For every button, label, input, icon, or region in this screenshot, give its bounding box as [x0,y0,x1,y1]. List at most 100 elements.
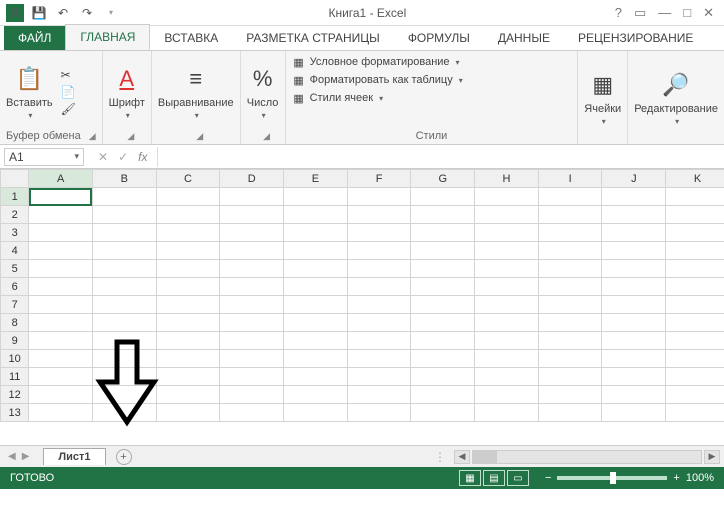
cell[interactable] [29,296,93,314]
close-icon[interactable]: ✕ [703,5,714,21]
cell[interactable] [156,350,220,368]
row-header[interactable]: 3 [1,224,29,242]
cancel-formula-icon[interactable]: ✕ [98,150,108,164]
cell[interactable] [156,368,220,386]
cell[interactable] [29,350,93,368]
cell[interactable] [411,386,475,404]
copy-icon[interactable]: 📄 [61,85,76,99]
add-sheet-button[interactable]: + [116,449,132,465]
cell[interactable] [538,206,602,224]
column-header[interactable]: K [666,170,724,188]
column-header[interactable]: H [475,170,539,188]
cell[interactable] [284,386,348,404]
dialog-launcher-icon[interactable]: ◢ [263,131,270,141]
cell[interactable] [29,206,93,224]
cell[interactable] [29,242,93,260]
zoom-in-button[interactable]: + [673,472,679,484]
cell[interactable] [284,242,348,260]
cell[interactable] [666,368,724,386]
cell[interactable] [347,296,411,314]
tab-file[interactable]: ФАЙЛ [4,26,65,50]
cell[interactable] [92,260,156,278]
cell[interactable] [666,242,724,260]
cell[interactable] [347,206,411,224]
row-header[interactable]: 11 [1,368,29,386]
cell[interactable] [538,278,602,296]
cell[interactable] [538,188,602,206]
cell[interactable] [29,368,93,386]
cell[interactable] [538,314,602,332]
zoom-slider[interactable] [557,476,667,480]
cell[interactable] [220,386,284,404]
cell[interactable] [666,224,724,242]
cell[interactable] [411,206,475,224]
cell[interactable] [538,242,602,260]
cell[interactable] [347,350,411,368]
horizontal-scrollbar[interactable]: ⋮ ◀ ▶ [132,450,724,464]
cell[interactable] [666,188,724,206]
formula-input[interactable] [157,147,724,167]
cell[interactable] [347,224,411,242]
cell[interactable] [92,206,156,224]
minimize-icon[interactable]: — [658,5,671,21]
cell[interactable] [666,206,724,224]
row-header[interactable]: 12 [1,386,29,404]
cell[interactable] [220,332,284,350]
cells-button[interactable]: ▦ Ячейки ▾ [584,69,621,126]
page-break-view-icon[interactable]: ▭ [507,470,529,486]
cell[interactable] [602,404,666,422]
tab-insert[interactable]: ВСТАВКА [150,26,232,50]
cell[interactable] [220,296,284,314]
cell[interactable] [538,350,602,368]
row-header[interactable]: 13 [1,404,29,422]
scroll-left-icon[interactable]: ◀ [454,450,470,464]
cell[interactable] [284,206,348,224]
column-header[interactable]: C [156,170,220,188]
paste-button[interactable]: 📋 Вставить ▾ [6,63,53,120]
maximize-icon[interactable]: □ [683,5,691,21]
sheet-nav-prev-icon[interactable]: ◀ [8,451,16,462]
cell[interactable] [411,224,475,242]
cell[interactable] [92,332,156,350]
cell[interactable] [284,350,348,368]
cell[interactable] [602,242,666,260]
scroll-track[interactable] [472,450,702,464]
cell[interactable] [475,188,539,206]
cell[interactable] [347,260,411,278]
ribbon-display-icon[interactable]: ▭ [634,5,646,21]
cell[interactable] [411,188,475,206]
sheet-nav-next-icon[interactable]: ▶ [22,451,30,462]
cell[interactable] [284,278,348,296]
column-header[interactable]: A [29,170,93,188]
cell[interactable] [156,242,220,260]
cell[interactable] [411,278,475,296]
row-header[interactable]: 5 [1,260,29,278]
cell[interactable] [156,224,220,242]
row-header[interactable]: 9 [1,332,29,350]
cell[interactable] [602,350,666,368]
format-painter-icon[interactable]: 🖌 [61,102,76,116]
cell[interactable] [29,404,93,422]
cell[interactable] [666,386,724,404]
cell[interactable] [411,296,475,314]
cell[interactable] [475,314,539,332]
name-box[interactable]: A1 ▾ [4,148,84,166]
fx-icon[interactable]: fx [138,150,147,164]
cell[interactable] [156,260,220,278]
cell[interactable] [602,386,666,404]
row-header[interactable]: 2 [1,206,29,224]
cell[interactable] [156,314,220,332]
cell[interactable] [156,404,220,422]
cell[interactable] [347,386,411,404]
cell[interactable] [284,296,348,314]
column-header[interactable]: G [411,170,475,188]
cell[interactable] [92,224,156,242]
cell[interactable] [347,188,411,206]
cell[interactable] [92,314,156,332]
font-color-button[interactable]: A Шрифт ▾ [109,63,145,120]
cell[interactable] [29,314,93,332]
help-icon[interactable]: ? [615,5,622,21]
cell[interactable] [411,242,475,260]
alignment-button[interactable]: ≡ Выравнивание ▾ [158,63,234,120]
cell[interactable] [92,188,156,206]
